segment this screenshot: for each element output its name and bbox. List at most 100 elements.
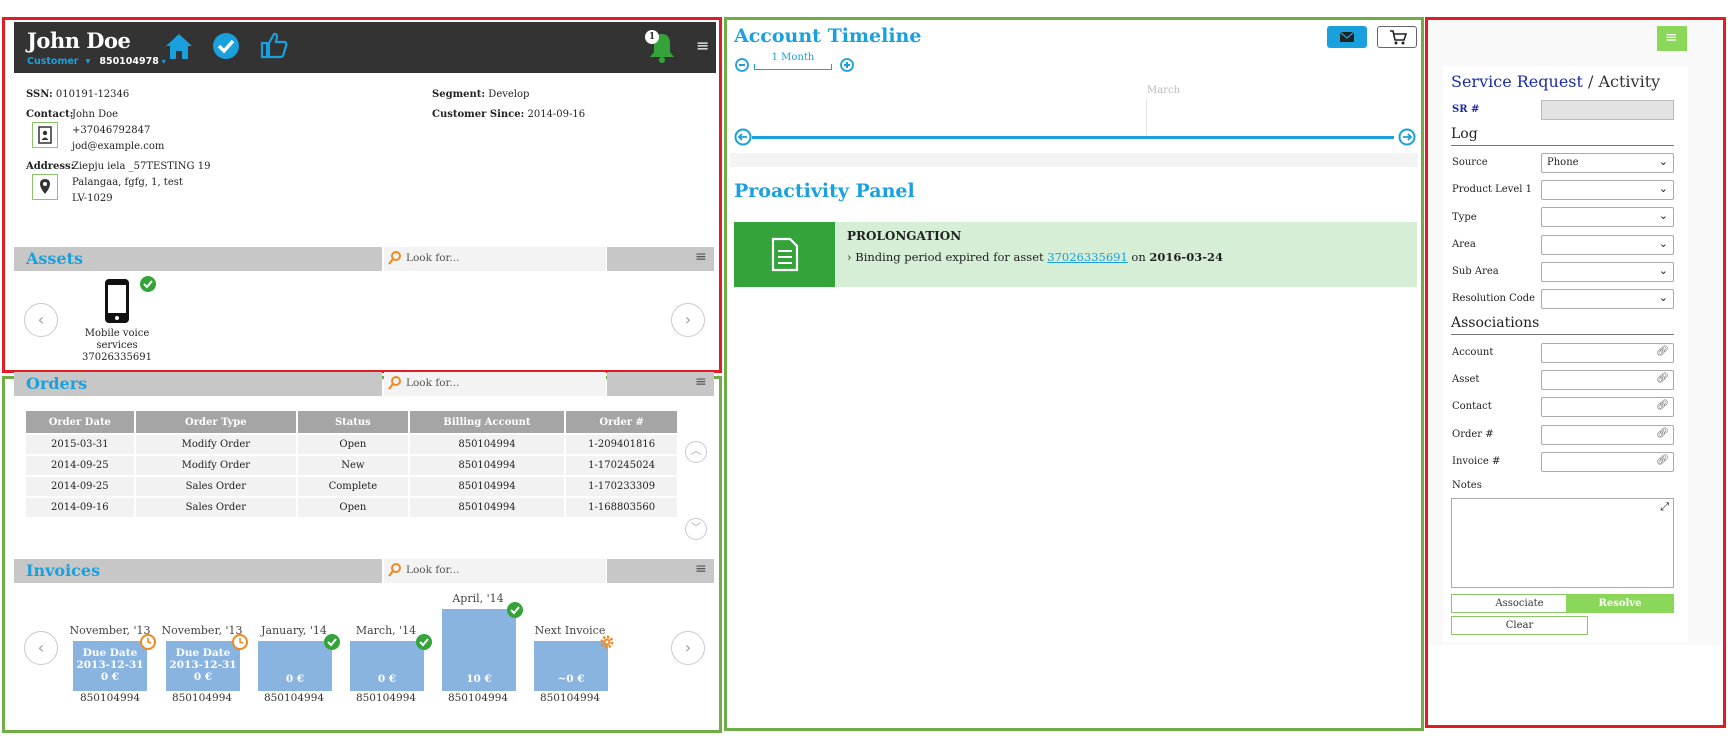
invoices-menu-bar: ≡: [607, 559, 714, 583]
invoices-search-input[interactable]: Look for...: [384, 559, 606, 583]
proactivity-date: 2016-03-24: [1149, 250, 1223, 264]
invoice-bar[interactable]: Due Date 2013-12-31 0 €: [166, 641, 240, 691]
assets-title-bar: Assets: [14, 247, 382, 271]
sub-area-select[interactable]: ⌄: [1541, 262, 1674, 282]
invoice-account: 850104994: [355, 692, 417, 704]
order-field[interactable]: 🔗︎: [1541, 425, 1674, 445]
assets-search-input[interactable]: Look for...: [384, 247, 606, 271]
timeline-track[interactable]: [752, 136, 1394, 139]
document-icon: [771, 237, 799, 272]
customer-account-select[interactable]: 850104978: [99, 56, 159, 67]
orders-menu-bar: ≡: [607, 372, 714, 396]
invoice-bar[interactable]: ~0 €: [534, 641, 608, 691]
invoice-bar[interactable]: Due Date 2013-12-31 0 €: [73, 641, 147, 691]
invoice-bar[interactable]: 10 €: [442, 609, 516, 691]
invoice-bar[interactable]: 0 €: [350, 641, 424, 691]
invoices-prev-button[interactable]: ‹: [24, 631, 58, 665]
source-select[interactable]: Phone ⌄: [1541, 153, 1674, 173]
product-level-select[interactable]: ⌄: [1541, 180, 1674, 200]
thumbs-up-icon[interactable]: [259, 30, 289, 63]
area-select[interactable]: ⌄: [1541, 235, 1674, 255]
timeline-left-arrow-icon[interactable]: [734, 128, 752, 149]
clear-button[interactable]: Clear: [1451, 616, 1588, 635]
location-pin-icon[interactable]: [32, 174, 58, 200]
resolve-button[interactable]: Resolve: [1566, 594, 1674, 613]
asset-link[interactable]: 37026335691: [1047, 250, 1127, 264]
invoice-amount: 0 €: [100, 671, 120, 683]
contact-field[interactable]: 🔗︎: [1541, 397, 1674, 417]
table-cell: 1-170233309: [566, 477, 677, 496]
invoice-bar[interactable]: 0 €: [258, 641, 332, 691]
home-icon[interactable]: [164, 32, 194, 63]
clock-icon: [140, 634, 156, 650]
timeline-bottom-band: [730, 153, 1418, 167]
invoice-account: 850104994: [447, 692, 509, 704]
check-circle-icon[interactable]: [212, 32, 240, 63]
asset-field[interactable]: 🔗︎: [1541, 370, 1674, 390]
orders-search-input[interactable]: Look for...: [384, 372, 606, 396]
header-menu-icon[interactable]: ≡: [696, 36, 709, 55]
contact-name: John Doe: [72, 109, 119, 120]
customer-since-row: Customer Since: 2014-09-16: [432, 109, 586, 120]
zoom-out-icon[interactable]: [735, 58, 749, 75]
assets-menu-icon[interactable]: ≡: [695, 249, 707, 265]
orders-scroll-down-button[interactable]: ﹀: [685, 518, 707, 540]
segment-row: Segment: Develop: [432, 89, 530, 100]
orders-scroll-up-button[interactable]: ︿: [685, 441, 707, 463]
proactivity-card-title: PROLONGATION: [847, 229, 962, 243]
table-row[interactable]: 2015-03-31 Modify Order Open 850104994 1…: [26, 435, 677, 454]
mobile-phone-icon[interactable]: [102, 278, 132, 327]
link-icon: 🔗︎: [1656, 455, 1669, 466]
orders-header-row: Order Date Order Type Status Billing Acc…: [26, 411, 677, 433]
assets-prev-button[interactable]: ‹: [24, 303, 58, 337]
table-cell: Open: [298, 435, 408, 454]
assets-menu-bar: ≡: [607, 247, 714, 271]
sr-title: Service Request / Activity: [1451, 72, 1661, 91]
invoices-next-button[interactable]: ›: [671, 631, 705, 665]
table-row[interactable]: 2014-09-16 Sales Order Open 850104994 1-…: [26, 498, 677, 517]
resolution-code-select[interactable]: ⌄: [1541, 289, 1674, 309]
invoice-due-date: 2013-12-31: [76, 659, 144, 671]
cart-button[interactable]: [1377, 26, 1417, 48]
contact-label: Contact:: [26, 109, 74, 120]
invoice-amount: ~0 €: [557, 673, 585, 685]
timeline-frame: [724, 17, 1424, 731]
orders-menu-icon[interactable]: ≡: [695, 374, 707, 390]
proactivity-card[interactable]: PROLONGATION › Binding period expired fo…: [734, 222, 1417, 287]
sr-menu-button[interactable]: ≡: [1657, 26, 1687, 51]
invoice-due-date: 2013-12-31: [169, 659, 237, 671]
column-header[interactable]: Billing Account: [409, 411, 565, 433]
zoom-in-icon[interactable]: [840, 58, 854, 75]
type-select[interactable]: ⌄: [1541, 207, 1674, 227]
table-cell: Sales Order: [135, 477, 297, 496]
table-cell: 1-170245024: [566, 456, 677, 475]
contact-card-icon[interactable]: [32, 122, 58, 148]
invoice-field[interactable]: 🔗︎: [1541, 452, 1674, 472]
account-field[interactable]: 🔗︎: [1541, 343, 1674, 363]
table-cell: 850104994: [409, 456, 565, 475]
invoice-account: 850104994: [263, 692, 325, 704]
column-header[interactable]: Order #: [566, 411, 677, 433]
table-cell: Complete: [298, 477, 408, 496]
address-line-3: LV-1029: [72, 193, 113, 204]
invoice-account: 850104994: [171, 692, 233, 704]
table-row[interactable]: 2014-09-25 Sales Order Complete 85010499…: [26, 477, 677, 496]
column-header[interactable]: Order Type: [135, 411, 297, 433]
table-cell: 850104994: [409, 477, 565, 496]
table-row[interactable]: 2014-09-25 Modify Order New 850104994 1-…: [26, 456, 677, 475]
column-header[interactable]: Status: [298, 411, 408, 433]
proactivity-card-text: › Binding period expired for asset 37026…: [847, 250, 1223, 264]
column-header[interactable]: Order Date: [26, 411, 134, 433]
invoices-menu-icon[interactable]: ≡: [695, 561, 707, 577]
customer-type[interactable]: Customer: [27, 56, 79, 67]
notification-count: 1: [645, 30, 659, 44]
table-cell: Modify Order: [135, 435, 297, 454]
expand-icon[interactable]: ⤢: [1660, 500, 1669, 514]
link-icon: 🔗︎: [1656, 428, 1669, 439]
check-badge-icon: [507, 602, 523, 618]
assets-next-button[interactable]: ›: [671, 303, 705, 337]
timeline-right-arrow-icon[interactable]: [1398, 128, 1416, 149]
notes-textarea[interactable]: ⤢: [1451, 498, 1674, 588]
bell-icon[interactable]: 1: [645, 30, 677, 67]
email-button[interactable]: [1327, 26, 1367, 48]
